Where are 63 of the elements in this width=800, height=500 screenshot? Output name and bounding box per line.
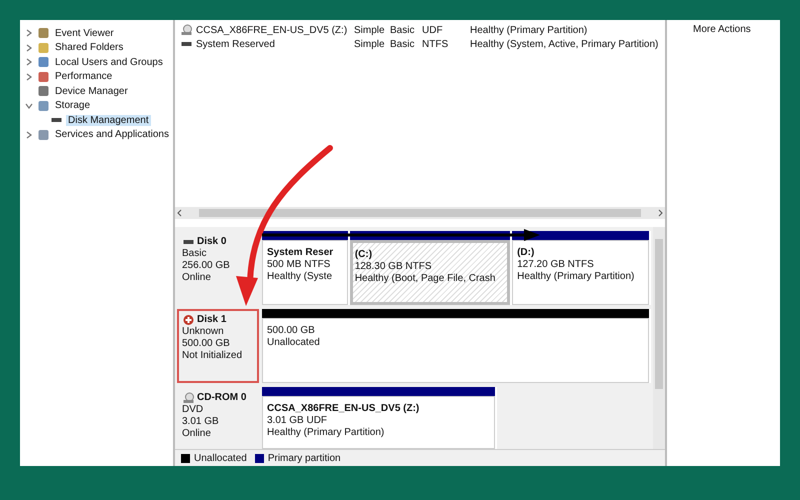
disk-label-panel[interactable]: Disk 1 Unknown 500.00 GB Not Initialized <box>177 309 259 383</box>
partition-status: Unallocated <box>267 337 321 349</box>
legend-label: Unallocated <box>194 452 247 464</box>
table-cell-text: Basic <box>390 24 416 36</box>
disk-status: Online <box>182 428 212 440</box>
cd-drive-icon <box>182 392 195 404</box>
volume-name: System Reserved <box>196 38 275 50</box>
table-cell-text: Healthy (Primary Partition) <box>470 24 588 36</box>
vertical-scrollbar[interactable] <box>653 227 665 449</box>
disk-status: Online <box>182 272 212 284</box>
partition-title: CCSA_X86FRE_EN-US_DV5 (Z:) <box>267 403 420 415</box>
partition-size: 3.01 GB UDF <box>267 415 328 427</box>
partition-block[interactable]: CCSA_X86FRE_EN-US_DV5 (Z:) 3.01 GB UDF Healthy (Primary Partition) <box>262 396 495 449</box>
table-cell-text: Healthy (System, Active, Primary Partition) <box>470 38 660 50</box>
partition-title: (C:) <box>354 249 374 261</box>
partition-title: (D:) <box>517 247 536 259</box>
partition-status: Healthy (Boot, Page File, Crash <box>354 273 496 285</box>
horizontal-scrollbar[interactable] <box>175 207 665 219</box>
disk-type: Basic <box>182 248 208 260</box>
partition-block[interactable]: (C:) 128.30 GB NTFS Healthy (Boot, Page File, Crash <box>350 240 510 305</box>
tree-item[interactable]: Local Users and Groups <box>53 56 165 68</box>
tree-item[interactable]: Storage <box>53 100 92 112</box>
disk-type: Unknown <box>182 326 225 338</box>
partition-size: 128.30 GB NTFS <box>354 261 433 273</box>
tree-item[interactable]: Services and Applications <box>53 129 171 140</box>
cd-drive-icon <box>180 24 193 36</box>
legend-label: Primary partition <box>268 452 341 464</box>
expand-chevron-icon[interactable] <box>24 28 34 38</box>
disk-name: Disk 0 <box>197 236 226 248</box>
partition-size: 127.20 GB NTFS <box>517 259 595 271</box>
partition-status: Healthy (Primary Partition) <box>517 271 636 283</box>
error-icon <box>182 314 195 326</box>
partition-block[interactable]: (D:) 127.20 GB NTFS Healthy (Primary Partition) <box>512 240 650 305</box>
table-cell-text: Simple <box>354 38 386 50</box>
disk-status: Not Initialized <box>182 350 244 362</box>
tree-item[interactable]: Event Viewer <box>53 28 116 39</box>
table-cell-text: NTFS <box>422 38 450 50</box>
partition-size: 500.00 GB <box>267 325 316 337</box>
disk-name: Disk 1 <box>197 314 226 326</box>
partition-status: Healthy (Primary Partition) <box>267 427 386 439</box>
table-cell-text: Basic <box>390 38 416 50</box>
partition-status: Healthy (Syste <box>267 271 334 283</box>
expand-chevron-icon[interactable] <box>24 57 34 68</box>
volume-name: CCSA_X86FRE_EN-US_DV5 (Z:) <box>196 24 348 36</box>
disk-size: 256.00 GB <box>182 260 231 272</box>
disk-size: 500.00 GB <box>182 338 231 350</box>
tree-item[interactable]: Disk Management <box>66 114 151 126</box>
table-cell-text: UDF <box>422 24 444 36</box>
disk-size: 3.01 GB <box>182 416 220 428</box>
partition-title: System Reser <box>267 247 334 259</box>
tree-item[interactable]: Shared Folders <box>53 42 126 54</box>
tree-item[interactable]: Device Manager <box>53 86 130 97</box>
partition-block[interactable]: System Reser 500 MB NTFS Healthy (Syste <box>262 240 348 305</box>
tree-item[interactable]: Performance <box>53 71 114 82</box>
expand-chevron-icon[interactable] <box>24 72 34 82</box>
expand-chevron-icon[interactable] <box>24 42 34 53</box>
expand-chevron-icon[interactable] <box>24 130 34 140</box>
disk-type: DVD <box>182 404 204 416</box>
more-actions-link[interactable]: More Actions <box>693 24 751 35</box>
partition-block[interactable]: 500.00 GB Unallocated <box>262 318 649 383</box>
disk-name: CD-ROM 0 <box>197 392 246 404</box>
partition-size: 500 MB NTFS <box>267 259 332 271</box>
table-cell-text: Simple <box>354 24 386 36</box>
